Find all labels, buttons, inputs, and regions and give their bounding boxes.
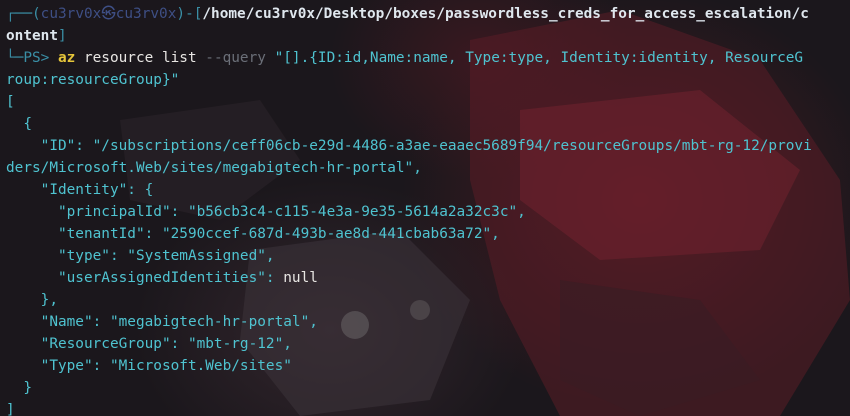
json-principal-id: "principalId": "b56cb3c4-c115-4e3a-9e35-… [6, 204, 526, 220]
prompt-at-icon: ㉿ [101, 6, 116, 22]
json-close-brace: } [6, 380, 32, 396]
json-user-assigned: "userAssignedIdentities": null [6, 270, 318, 286]
prompt-cwd: /home/cu3rv0x/Desktop/boxes/passwordless… [202, 6, 809, 22]
json-tenant-id: "tenantId": "2590ccef-687d-493b-ae8d-441… [6, 226, 500, 242]
prompt-cwd-wrap: ontent [6, 28, 58, 44]
json-identity-type: "type": "SystemAssigned", [6, 248, 275, 264]
command-name: az [57, 50, 76, 66]
prompt-header-wrap: ontent] [6, 28, 67, 44]
prompt-host: cu3rv0x [115, 6, 177, 22]
command-query-wrap: roup:resourceGroup}" [6, 72, 180, 88]
json-resource-group: "ResourceGroup": "mbt-rg-12", [6, 336, 292, 352]
command-line-wrap: roup:resourceGroup}" [6, 69, 850, 91]
json-null-value: null [283, 270, 318, 286]
json-close-bracket: ] [6, 402, 15, 416]
prompt-corner-bottom: └─ [6, 50, 24, 66]
json-type: "Type": "Microsoft.Web/sites" [6, 358, 292, 374]
terminal-output: ┌──(cu3rv0x㉿cu3rv0x)-[/home/cu3rv0x/Desk… [6, 3, 850, 416]
prompt-ps: PS> [23, 50, 58, 66]
json-open-brace: { [6, 116, 32, 132]
command-flag: --query [205, 50, 266, 66]
command-args: resource list [75, 50, 206, 66]
command-line[interactable]: └─PS> az resource list --query "[].{ID:i… [6, 47, 850, 69]
terminal-window[interactable]: ┌──(cu3rv0x㉿cu3rv0x)-[/home/cu3rv0x/Desk… [0, 0, 850, 416]
json-name: "Name": "megabigtech-hr-portal", [6, 314, 318, 330]
json-identity-open: "Identity": { [6, 182, 154, 198]
prompt-header: ┌──(cu3rv0x㉿cu3rv0x)-[/home/cu3rv0x/Desk… [6, 6, 809, 22]
json-id: "ID": "/subscriptions/ceff06cb-e29d-4486… [6, 138, 812, 154]
command-query: "[].{ID:id,Name:name, Type:type, Identit… [265, 50, 804, 66]
json-id-wrap: ders/Microsoft.Web/sites/megabigtech-hr-… [6, 160, 422, 176]
json-identity-close: }, [6, 292, 58, 308]
json-open-bracket: [ [6, 94, 15, 110]
prompt-user: cu3rv0x [40, 6, 102, 22]
prompt-corner-top: ┌── [6, 6, 32, 22]
